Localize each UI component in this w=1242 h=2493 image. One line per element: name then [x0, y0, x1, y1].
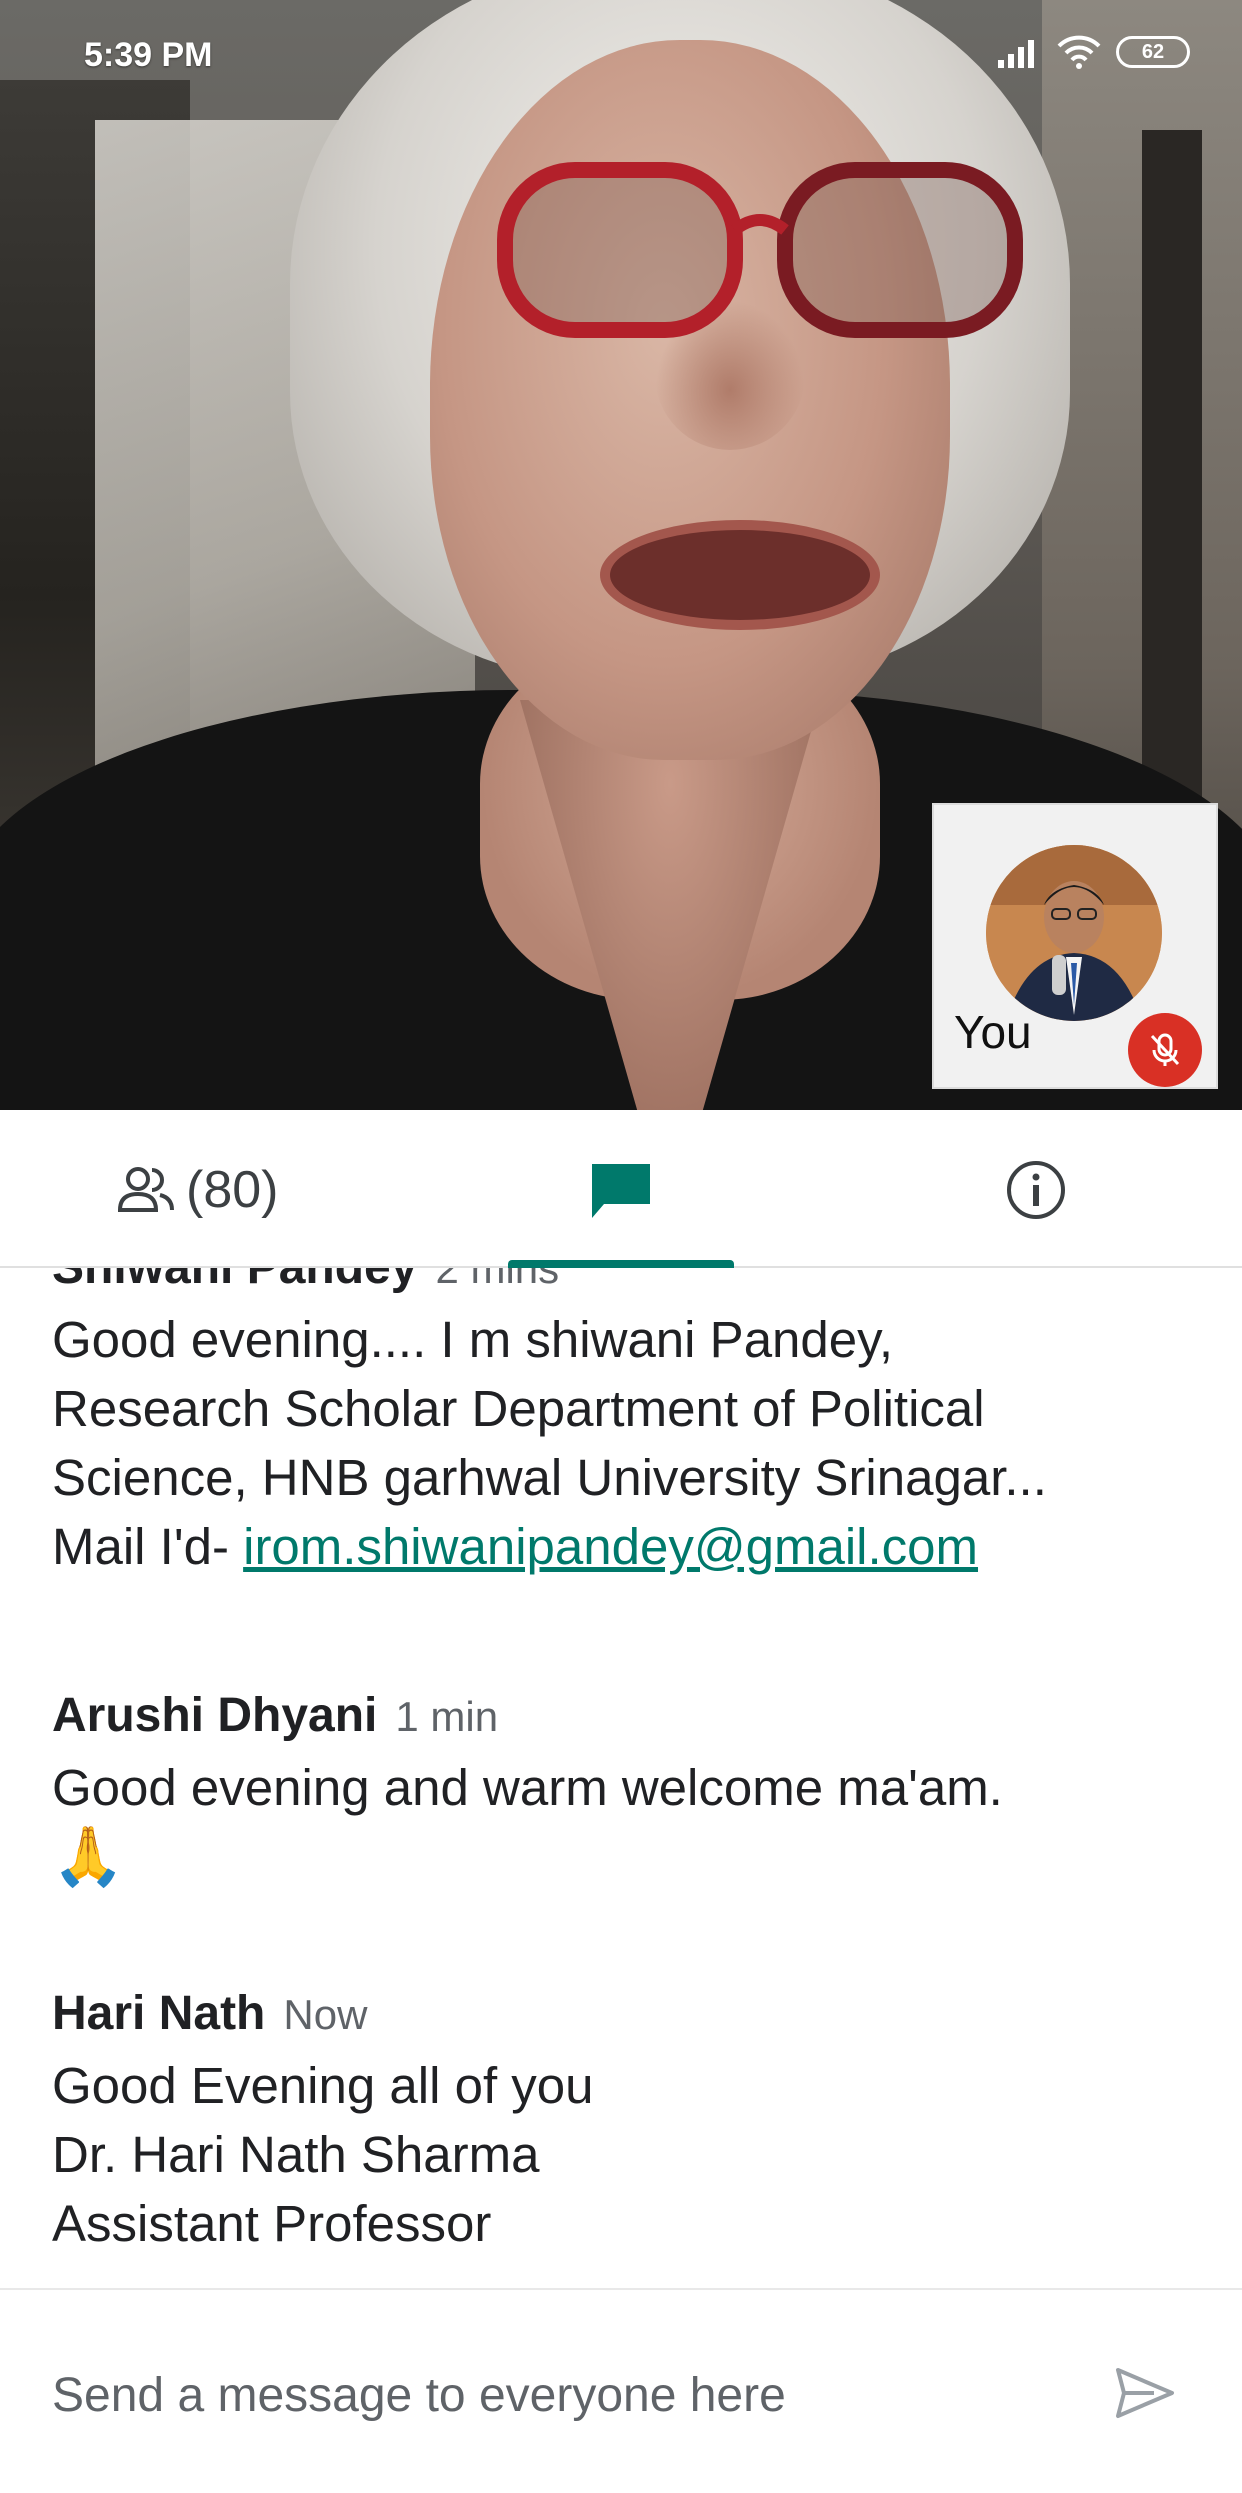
message-composer: [0, 2288, 1242, 2493]
main-video-feed[interactable]: 5:39 PM 62 You: [0, 0, 1242, 1110]
message-line: Mail I'd- irom.shiwanipandey@gmail.com: [52, 1512, 1212, 1581]
message-line: Good evening and warm welcome ma'am.: [52, 1759, 1003, 1816]
chat-message-list[interactable]: Shiwani Pandey 2 mins Good evening.... I…: [0, 1268, 1242, 2288]
message-body: Good evening and warm welcome ma'am. 🙏: [52, 1753, 1212, 1892]
message-time: 1 min: [395, 1693, 499, 1740]
folded-hands-emoji: 🙏: [52, 1824, 125, 1889]
chat-message: Shiwani Pandey 2 mins Good evening.... I…: [52, 1268, 1212, 1581]
message-line: Good Evening all of you: [52, 2057, 594, 2114]
message-body: Good evening.... I m shiwani Pandey, Res…: [52, 1305, 1212, 1581]
self-label: You: [954, 1006, 1032, 1058]
info-icon: [1007, 1161, 1065, 1219]
message-time: Now: [283, 1991, 368, 2038]
status-icons: 62: [996, 34, 1190, 70]
message-time: 2 mins: [435, 1268, 560, 1292]
battery-icon: 62: [1116, 36, 1190, 68]
signal-icon: [998, 40, 1034, 68]
message-body: Good Evening all of you Dr. Hari Nath Sh…: [52, 2051, 1212, 2258]
active-tab-indicator: [508, 1260, 734, 1268]
mail-prefix: Mail I'd-: [52, 1518, 244, 1575]
chat-icon: [592, 1164, 650, 1218]
people-icon: [117, 1167, 174, 1212]
status-time: 5:39 PM: [84, 36, 213, 74]
message-line: Assistant Professor: [52, 2195, 492, 2252]
send-button[interactable]: [1114, 2366, 1176, 2425]
send-icon: [1116, 2368, 1174, 2418]
participants-count: (80): [186, 1161, 279, 1219]
self-avatar: [986, 845, 1162, 1021]
message-sender: Shiwani Pandey: [52, 1268, 417, 1295]
mic-off-icon[interactable]: [1128, 1013, 1202, 1087]
email-link[interactable]: irom.shiwanipandey@gmail.com: [243, 1518, 978, 1575]
chat-message: Hari Nath Now Good Evening all of you Dr…: [52, 1986, 1212, 2258]
self-preview-tile[interactable]: You: [932, 803, 1218, 1089]
tab-info[interactable]: [1004, 1158, 1068, 1227]
message-line: Science, HNB garhwal University Srinagar…: [52, 1449, 1047, 1506]
message-line: Research Scholar Department of Political: [52, 1380, 985, 1437]
call-tab-bar: (80): [0, 1110, 1242, 1268]
message-sender: Arushi Dhyani: [52, 1689, 378, 1742]
speaker-mouth: [600, 520, 880, 630]
message-sender: Hari Nath: [52, 1987, 266, 2040]
speaker-glasses: [497, 162, 1023, 338]
chat-message: Arushi Dhyani 1 min Good evening and war…: [52, 1688, 1212, 1892]
message-line: Dr. Hari Nath Sharma: [52, 2126, 540, 2183]
message-input[interactable]: [52, 2360, 952, 2430]
wifi-icon: [1057, 35, 1101, 69]
tab-chat[interactable]: [508, 1138, 734, 1268]
message-line: Good evening.... I m shiwani Pandey,: [52, 1311, 894, 1368]
tab-participants[interactable]: (80): [116, 1160, 278, 1220]
